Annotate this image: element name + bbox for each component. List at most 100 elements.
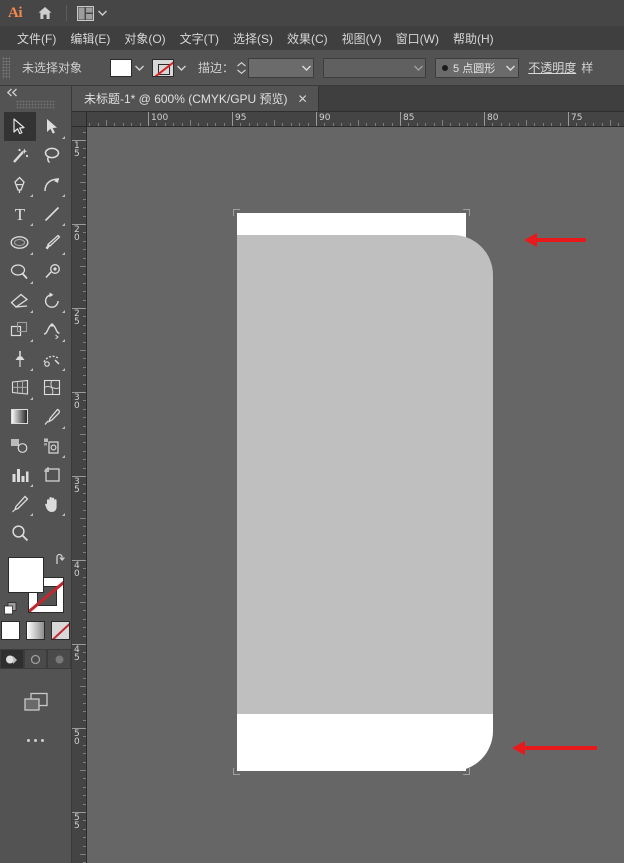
tool-artboard[interactable] xyxy=(36,460,68,489)
tool-scale[interactable] xyxy=(4,315,36,344)
tool-perspective-grid[interactable] xyxy=(4,373,36,402)
color-mode-gradient[interactable] xyxy=(26,621,45,640)
menu-effect[interactable]: 效果(C) xyxy=(280,28,335,49)
tool-type[interactable]: T xyxy=(4,199,36,228)
swap-fill-stroke-icon[interactable] xyxy=(54,553,68,567)
fill-swatch-chevron-down-icon[interactable] xyxy=(132,59,146,77)
tool-flyout-indicator xyxy=(30,223,33,226)
tool-zoom[interactable] xyxy=(4,518,36,547)
ruler-origin-corner[interactable] xyxy=(72,112,87,127)
tools-panel: T xyxy=(0,86,72,863)
change-screen-mode-button[interactable] xyxy=(0,691,71,713)
tool-flyout-indicator xyxy=(62,513,65,516)
tool-selection[interactable] xyxy=(4,112,36,141)
document-tab-strip: 未标题-1* @ 600% (CMYK/GPU 预览) ✕ xyxy=(72,86,624,112)
tool-free-transform[interactable] xyxy=(4,344,36,373)
fill-color-indicator[interactable] xyxy=(8,557,44,593)
hand-icon xyxy=(43,495,61,513)
menu-select[interactable]: 选择(S) xyxy=(226,28,280,49)
ruler-label-horizontal: 90 xyxy=(319,113,330,123)
tool-mesh[interactable] xyxy=(36,373,68,402)
tool-gradient[interactable] xyxy=(4,402,36,431)
graphic-style-select[interactable] xyxy=(323,58,426,78)
tool-flyout-indicator xyxy=(30,513,33,516)
tool-blob-brush[interactable] xyxy=(36,257,68,286)
tool-paintbrush[interactable] xyxy=(36,228,68,257)
tool-eraser[interactable] xyxy=(4,286,36,315)
default-fill-stroke-icon[interactable] xyxy=(4,602,17,615)
tool-shaper[interactable] xyxy=(4,257,36,286)
tool-lasso[interactable] xyxy=(36,141,68,170)
chevron-down-icon xyxy=(98,10,107,16)
ellipsis-icon xyxy=(27,739,30,742)
artboard-canvas[interactable] xyxy=(87,127,624,863)
stroke-color-swatch[interactable] xyxy=(152,59,174,77)
color-mode-flat[interactable] xyxy=(1,621,20,640)
tool-flyout-indicator xyxy=(62,339,65,342)
tool-shape-builder[interactable] xyxy=(36,344,68,373)
color-mode-none[interactable] xyxy=(51,621,70,640)
tool-magic-wand[interactable] xyxy=(4,141,36,170)
graphic-style-chevron-down-icon xyxy=(414,65,423,71)
stroke-weight-stepper[interactable] xyxy=(234,58,248,78)
tool-blend[interactable] xyxy=(4,431,36,460)
collapse-tools-panel-button[interactable] xyxy=(0,86,71,99)
tool-slice[interactable] xyxy=(4,489,36,518)
tool-ellipse[interactable] xyxy=(4,228,36,257)
tool-line-segment[interactable] xyxy=(36,199,68,228)
arrange-documents-button[interactable] xyxy=(73,0,111,26)
menu-view[interactable]: 视图(V) xyxy=(335,28,389,49)
draw-normal-button[interactable] xyxy=(0,649,24,669)
tool-width[interactable] xyxy=(36,315,68,344)
menu-help[interactable]: 帮助(H) xyxy=(446,28,501,49)
artboard-corner-mark xyxy=(463,768,470,775)
artboard-icon xyxy=(43,466,61,483)
ruler-label-horizontal: 85 xyxy=(403,113,414,123)
menu-object[interactable]: 对象(O) xyxy=(117,28,172,49)
home-icon[interactable] xyxy=(30,0,60,26)
control-panel: 未选择对象 描边： 5 点圆形 xyxy=(0,50,624,86)
menu-type[interactable]: 文字(T) xyxy=(173,28,226,49)
white-rounded-rectangle[interactable] xyxy=(237,714,493,771)
stroke-swatch-chevron-down-icon[interactable] xyxy=(174,59,188,77)
close-icon[interactable]: ✕ xyxy=(298,93,308,105)
menu-bar: 文件(F) 编辑(E) 对象(O) 文字(T) 选择(S) 效果(C) 视图(V… xyxy=(0,26,624,50)
tool-direct-selection[interactable] xyxy=(36,112,68,141)
scale-icon xyxy=(10,321,29,339)
tool-hand[interactable] xyxy=(36,489,68,518)
control-panel-grip[interactable] xyxy=(2,57,10,79)
tool-pen[interactable] xyxy=(4,170,36,199)
tools-panel-grip[interactable] xyxy=(16,100,55,109)
menu-edit[interactable]: 编辑(E) xyxy=(63,28,117,49)
blend-icon xyxy=(10,437,29,454)
tool-flyout-indicator xyxy=(62,194,65,197)
tool-flyout-indicator xyxy=(30,252,33,255)
draw-behind-button[interactable] xyxy=(24,649,48,669)
ruler-label-vertical: 45 xyxy=(74,646,83,662)
tool-curvature[interactable] xyxy=(36,170,68,199)
illustrator-window: Ai 文件(F) 编辑(E) 对象(O) 文字(T) xyxy=(0,0,624,863)
tool-eyedropper[interactable] xyxy=(36,402,68,431)
vertical-ruler[interactable]: 152025303540455055 xyxy=(72,127,87,863)
document-tab-title: 未标题-1* @ 600% (CMYK/GPU 预览) xyxy=(84,90,288,107)
document-tab[interactable]: 未标题-1* @ 600% (CMYK/GPU 预览) ✕ xyxy=(72,86,319,111)
style-link[interactable]: 样 xyxy=(581,59,593,76)
grey-rounded-rectangle[interactable] xyxy=(237,235,493,714)
opacity-link[interactable]: 不透明度 xyxy=(528,59,576,76)
artboard-corner-mark xyxy=(233,768,240,775)
tool-symbol-sprayer[interactable] xyxy=(36,431,68,460)
artboard-corner-mark xyxy=(233,209,240,216)
symbol-sprayer-icon xyxy=(43,437,61,455)
tool-column-graph[interactable] xyxy=(4,460,36,489)
tool-rotate[interactable] xyxy=(36,286,68,315)
horizontal-ruler[interactable]: 1009590858075 xyxy=(87,112,624,127)
shape-builder-icon xyxy=(42,350,61,368)
menu-window[interactable]: 窗口(W) xyxy=(389,28,446,49)
stroke-weight-input[interactable] xyxy=(248,58,314,78)
draw-inside-button[interactable] xyxy=(47,649,71,669)
stroke-profile-select[interactable]: 5 点圆形 xyxy=(435,58,519,78)
menu-file[interactable]: 文件(F) xyxy=(10,28,63,49)
fill-color-swatch[interactable] xyxy=(110,59,132,77)
stroke-profile-chevron-down-icon xyxy=(506,65,515,71)
edit-toolbar-button[interactable] xyxy=(0,739,71,742)
